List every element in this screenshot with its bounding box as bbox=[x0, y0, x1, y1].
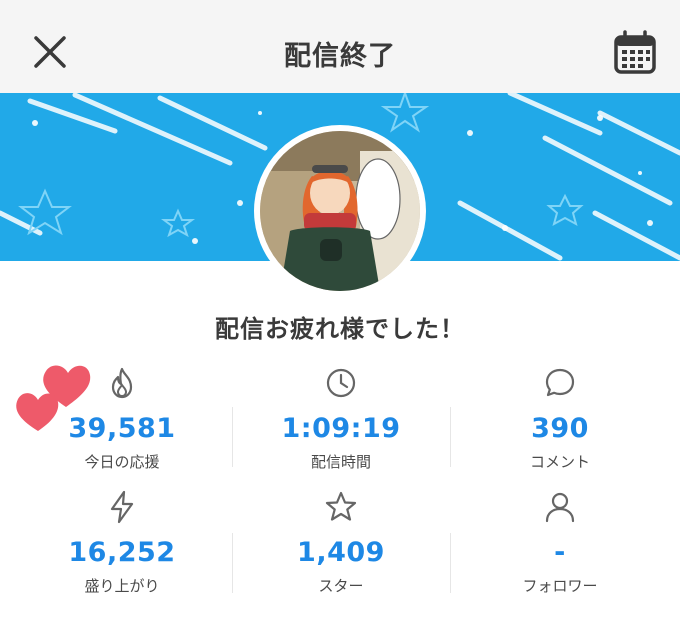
stat-comments: 390 コメント bbox=[450, 365, 670, 485]
stat-value: 1,409 bbox=[297, 537, 385, 568]
stat-label: コメント bbox=[529, 453, 590, 471]
stat-label: フォロワー bbox=[522, 577, 598, 595]
stat-label: 今日の応援 bbox=[84, 453, 160, 471]
stat-label: 配信時間 bbox=[310, 453, 371, 471]
stat-value: 390 bbox=[531, 413, 589, 444]
thank-you-message: 配信お疲れ様でした！ bbox=[215, 315, 465, 343]
header-bar: 配信終了 bbox=[0, 0, 680, 93]
stat-value: 39,581 bbox=[68, 413, 176, 444]
avatar-image bbox=[260, 131, 420, 291]
avatar[interactable] bbox=[254, 125, 426, 297]
clock-icon bbox=[326, 368, 356, 398]
stat-value: - bbox=[554, 537, 566, 568]
star-icon bbox=[325, 491, 357, 521]
stat-label: 盛り上がり bbox=[84, 577, 160, 595]
calendar-icon[interactable] bbox=[612, 29, 658, 75]
stat-followers: - フォロワー bbox=[450, 489, 670, 609]
stat-value: 16,252 bbox=[68, 537, 176, 568]
stats-grid: 39,581 今日の応援 1:09:19 配信時間 390 コメント 16,25… bbox=[10, 365, 670, 605]
flame-icon bbox=[111, 367, 133, 399]
stat-support: 39,581 今日の応援 bbox=[12, 365, 232, 485]
stat-excitement: 16,252 盛り上がり bbox=[12, 489, 232, 609]
lightning-icon bbox=[110, 490, 134, 524]
stat-value: 1:09:19 bbox=[281, 413, 401, 444]
stat-label: スター bbox=[318, 577, 364, 595]
stat-duration: 1:09:19 配信時間 bbox=[231, 365, 451, 485]
stat-stars: 1,409 スター bbox=[231, 489, 451, 609]
page-title: 配信終了 bbox=[284, 41, 396, 72]
comment-icon bbox=[545, 368, 575, 397]
person-icon bbox=[545, 492, 575, 523]
